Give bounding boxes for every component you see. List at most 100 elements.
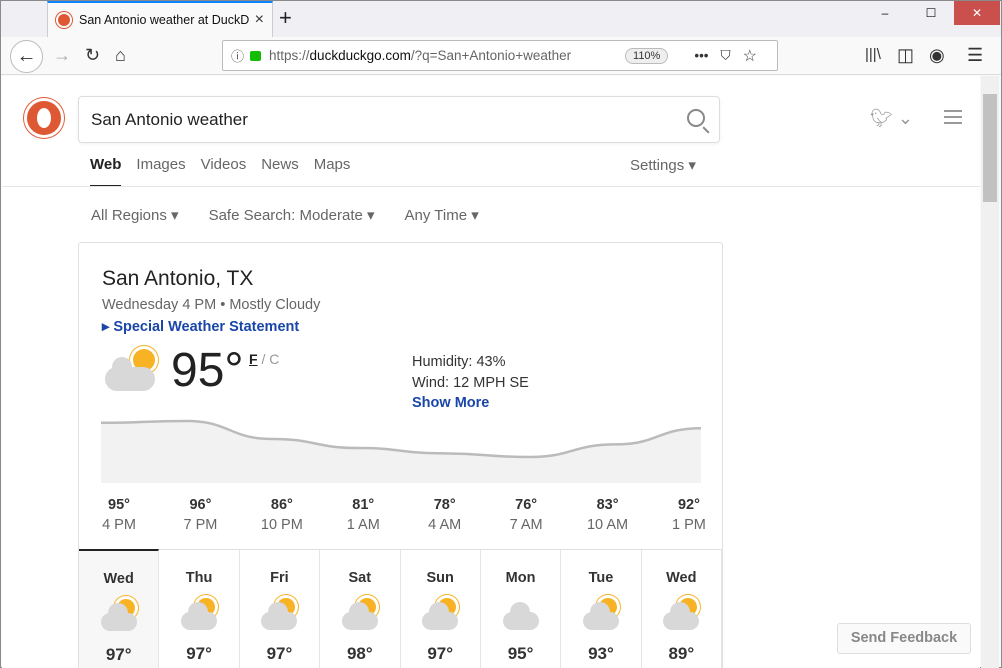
current-temperature: 95° xyxy=(171,344,244,397)
day-item[interactable]: Fri 97° xyxy=(240,550,321,668)
scrollbar[interactable] xyxy=(981,76,999,668)
tab-bar: San Antonio weather at DuckDuckGo × + – ☐… xyxy=(1,1,1001,37)
weather-alert-link[interactable]: ▸ Special Weather Statement xyxy=(102,319,299,335)
pocket-icon[interactable]: ⛉ xyxy=(721,48,731,64)
day-high: 89° xyxy=(668,644,695,663)
hour-temp: 86° xyxy=(270,497,293,513)
day-item[interactable]: Thu 97° xyxy=(159,550,240,668)
hour-temp: 95° xyxy=(108,497,130,513)
hour-item: 76° 7 AM xyxy=(496,495,556,535)
partly-cloudy-icon xyxy=(661,596,701,632)
hour-time: 7 PM xyxy=(183,517,218,533)
info-icon[interactable]: ⓘ xyxy=(231,46,244,65)
day-name: Fri xyxy=(270,570,289,586)
day-name: Thu xyxy=(185,570,213,586)
back-button[interactable]: ← xyxy=(10,40,43,73)
show-more-link[interactable]: Show More xyxy=(412,393,529,414)
reload-button[interactable]: ↻ xyxy=(85,45,100,65)
twitter-icon[interactable]: 🐦︎ ⌄ xyxy=(870,108,913,129)
menu-icon[interactable]: ☰ xyxy=(967,45,983,65)
tab-web[interactable]: Web xyxy=(90,156,122,187)
hour-item: 95° 4 PM xyxy=(89,495,149,535)
hour-time: 10 AM xyxy=(586,517,629,533)
hourly-forecast: 95° 4 PM 96° 7 PM 86° 10 PM 81° 1 AM 78° 4 AM 76° 7… xyxy=(89,495,719,535)
hour-time: 4 PM xyxy=(102,517,136,533)
lock-icon xyxy=(250,50,262,61)
search-input[interactable]: San Antonio weather xyxy=(78,96,720,143)
hour-temp: 78° xyxy=(433,497,456,513)
hour-item: 81° 1 AM xyxy=(333,495,393,535)
humidity: Humidity: 43% xyxy=(412,354,506,370)
wind: Wind: 12 MPH SE xyxy=(412,374,529,391)
day-high: 97° xyxy=(186,644,212,663)
account-icon[interactable]: ◉ xyxy=(929,45,945,65)
day-item[interactable]: Wed 89° xyxy=(642,550,722,668)
hourly-temperature-curve xyxy=(101,419,701,483)
zoom-level[interactable]: 110% xyxy=(625,47,669,64)
tab-videos[interactable]: Videos xyxy=(201,156,247,187)
day-item[interactable]: Tue 93° xyxy=(561,550,642,668)
day-high: 97° xyxy=(266,644,293,663)
url-text: https://duckduckgo.com/?q=San+Antonio+we… xyxy=(269,48,572,63)
library-icon[interactable]: |||\ xyxy=(865,45,881,65)
hour-temp: 83° xyxy=(596,497,619,513)
day-item[interactable]: Sun 97° xyxy=(401,550,481,668)
minimize-button[interactable]: – xyxy=(862,1,908,25)
page-actions-icon[interactable]: ••• xyxy=(694,48,708,63)
partly-cloudy-icon xyxy=(99,597,139,633)
partly-cloudy-icon xyxy=(581,596,621,632)
safe-search-filter[interactable]: Safe Search: Moderate ▾ xyxy=(209,206,375,224)
url-bar[interactable]: ⓘ https://duckduckgo.com/?q=San+Antonio+… xyxy=(222,40,778,71)
duckduckgo-favicon xyxy=(56,12,72,28)
duckduckgo-logo[interactable] xyxy=(24,98,64,138)
close-window-button[interactable]: ✕ xyxy=(954,1,1000,25)
scrollbar-thumb[interactable] xyxy=(983,94,997,202)
close-tab-icon[interactable]: × xyxy=(255,11,264,29)
day-item[interactable]: Mon 95° xyxy=(481,550,562,668)
divider xyxy=(2,186,980,187)
unit-toggle[interactable]: F / C xyxy=(249,351,279,367)
partly-cloudy-icon xyxy=(179,596,219,632)
hour-item: 92° 1 PM xyxy=(659,495,719,535)
cloudy-icon xyxy=(501,596,541,632)
temperature-area xyxy=(101,421,701,483)
forward-button[interactable]: → xyxy=(53,45,71,65)
day-high: 97° xyxy=(105,645,132,664)
day-high: 97° xyxy=(427,644,454,663)
daily-forecast: Wed 97° Thu 97° Fri 97° Sat 98° Sun 97° Mon 95° Tue 9… xyxy=(79,549,722,668)
time-filter[interactable]: Any Time ▾ xyxy=(405,206,479,224)
maximize-button[interactable]: ☐ xyxy=(908,1,954,25)
day-name: Wed xyxy=(103,571,134,587)
settings-dropdown[interactable]: Settings ▾ xyxy=(630,156,696,174)
day-name: Sun xyxy=(426,570,454,586)
hour-time: 7 AM xyxy=(509,517,543,533)
browser-window: San Antonio weather at DuckDuckGo × + – ☐… xyxy=(0,0,1002,668)
region-filter[interactable]: All Regions ▾ xyxy=(91,206,179,224)
day-name: Tue xyxy=(588,570,614,586)
hour-item: 86° 10 PM xyxy=(252,495,312,535)
partly-cloudy-icon xyxy=(259,596,299,632)
home-button[interactable]: ⌂ xyxy=(115,45,126,65)
bookmark-star-icon[interactable]: ☆ xyxy=(743,46,757,66)
tab-news[interactable]: News xyxy=(261,156,299,187)
browser-tab[interactable]: San Antonio weather at DuckDuckGo × xyxy=(47,1,273,37)
tab-images[interactable]: Images xyxy=(136,156,185,187)
tab-title: San Antonio weather at DuckDuckGo xyxy=(79,13,249,27)
send-feedback-button[interactable]: Send Feedback xyxy=(837,623,971,654)
hamburger-menu-icon[interactable] xyxy=(944,106,962,128)
sidebar-icon[interactable]: ◫ xyxy=(897,45,914,65)
partly-cloudy-icon xyxy=(340,596,380,632)
new-tab-button[interactable]: + xyxy=(279,5,292,31)
hour-time: 10 PM xyxy=(260,517,303,533)
hour-time: 4 AM xyxy=(428,517,462,533)
search-icon[interactable] xyxy=(687,109,705,127)
nav-toolbar: ← → ↻ ⌂ ⓘ https://duckduckgo.com/?q=San+… xyxy=(1,37,1001,75)
tab-maps[interactable]: Maps xyxy=(314,156,351,187)
hour-item: 78° 4 AM xyxy=(415,495,475,535)
day-item[interactable]: Wed 97° xyxy=(79,549,160,668)
day-high: 98° xyxy=(346,644,373,663)
day-item[interactable]: Sat 98° xyxy=(320,550,401,668)
day-high: 95° xyxy=(507,644,534,663)
day-high: 93° xyxy=(588,644,614,663)
city-name: San Antonio, TX xyxy=(102,267,254,290)
